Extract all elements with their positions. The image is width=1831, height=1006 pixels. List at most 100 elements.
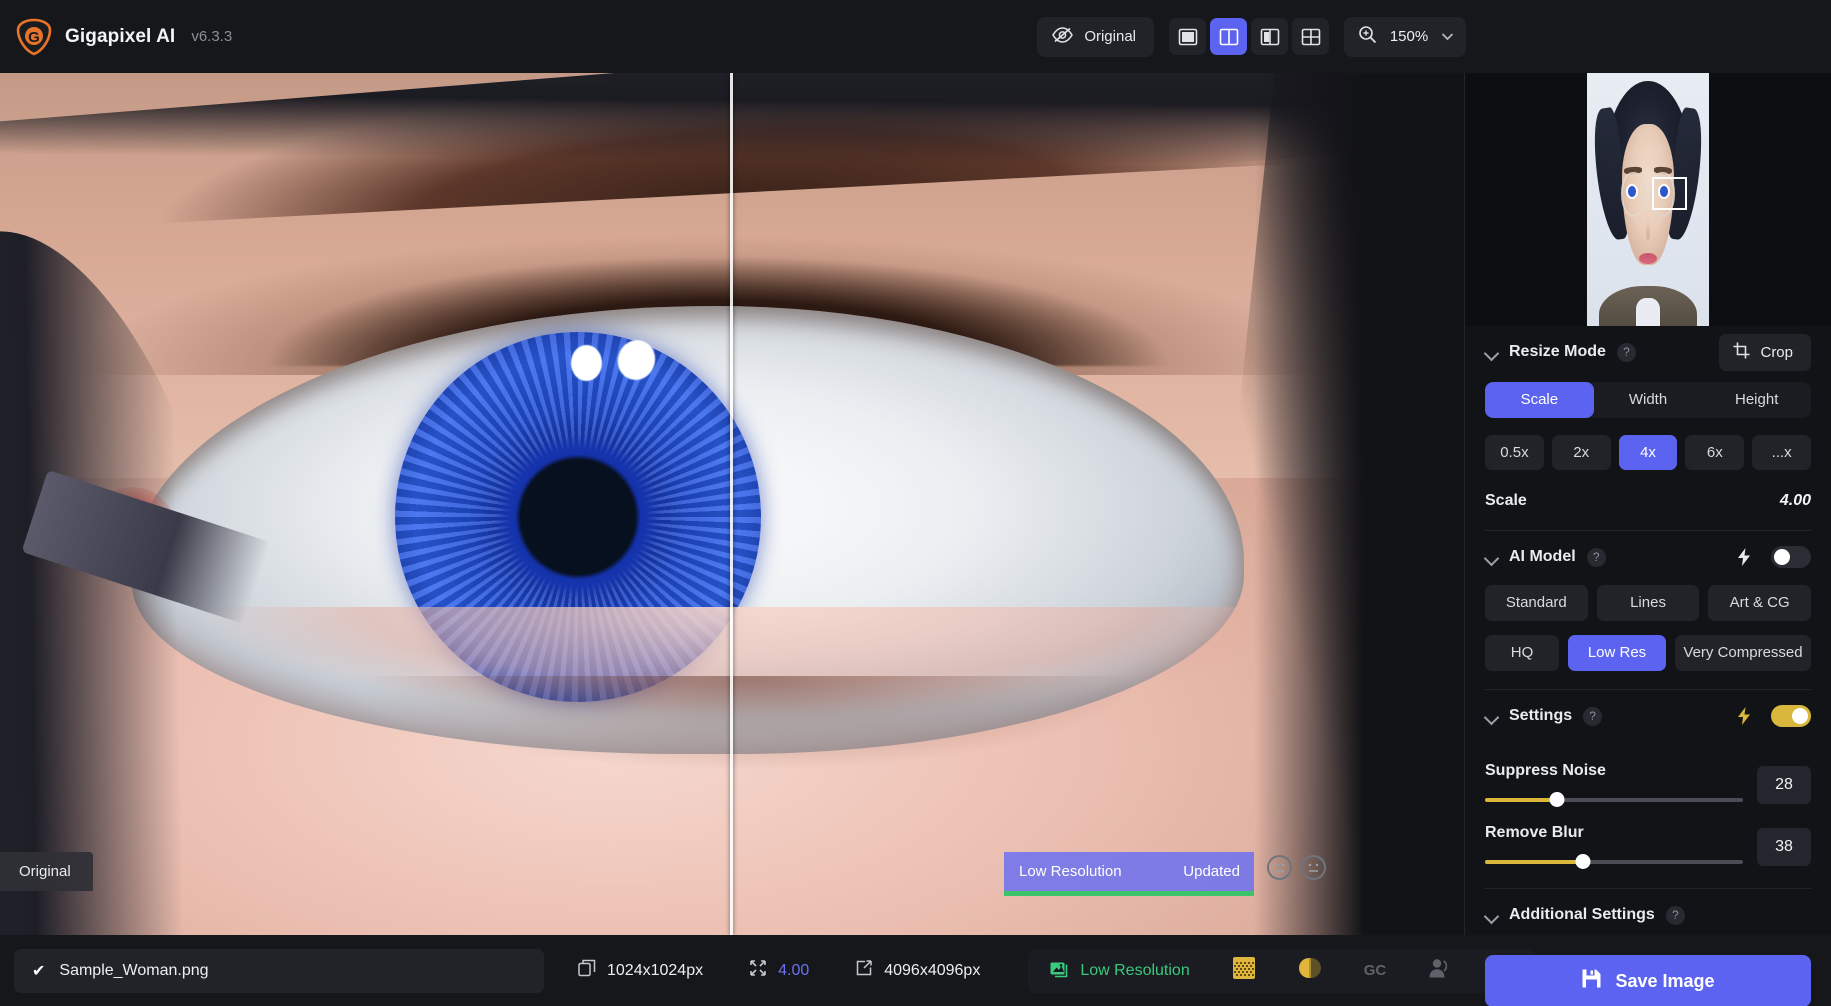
gigapixel-g-logo-icon: G (14, 17, 54, 57)
image-dimensions-icon (578, 959, 596, 982)
additional-settings-section-header[interactable]: Additional Settings ? (1485, 889, 1811, 941)
chevron-down-icon (1485, 909, 1498, 922)
ai-model-auto-toggle[interactable] (1771, 546, 1811, 568)
suppress-noise-control: Suppress Noise 28 (1485, 762, 1811, 807)
resize-mode-title: Resize Mode (1509, 343, 1606, 360)
app-version: v6.3.3 (191, 28, 233, 45)
settings-title: Settings (1509, 707, 1573, 724)
ai-model-hq[interactable]: HQ (1485, 635, 1559, 671)
file-name: Sample_Woman.png (59, 961, 209, 979)
zoom-control[interactable]: 150% (1344, 16, 1466, 57)
status-state-label: Updated (1183, 863, 1240, 880)
scale-preset-6x[interactable]: 6x (1685, 435, 1745, 470)
gamma-correction-label[interactable]: GC (1364, 962, 1387, 979)
ai-model-standard[interactable]: Standard (1485, 585, 1588, 621)
input-dimensions-value: 1024x1024px (607, 961, 704, 979)
ai-model-very-compressed[interactable]: Very Compressed (1675, 635, 1811, 671)
image-canvas[interactable]: Original Low Resolution Updated (0, 73, 1464, 935)
denoise-swatch-icon[interactable] (1232, 956, 1256, 985)
sharpen-contrast-icon[interactable] (1298, 956, 1322, 985)
ai-model-low-res[interactable]: Low Res (1568, 635, 1666, 671)
scale-value-row: Scale 4.00 (1485, 492, 1811, 510)
settings-help-icon[interactable]: ? (1583, 706, 1603, 726)
ai-model-lines[interactable]: Lines (1596, 585, 1700, 621)
additional-settings-title: Additional Settings (1509, 906, 1655, 923)
image-model-icon (1050, 959, 1069, 983)
resize-mode-scale[interactable]: Scale (1485, 382, 1594, 418)
toolbar-controls: Original 150% (1037, 0, 1466, 73)
app-brand: G Gigapixel AI v6.3.3 (14, 17, 232, 57)
split-pane-icon[interactable] (1210, 18, 1247, 55)
feedback-buttons (1254, 844, 1339, 891)
original-side-label: Original (0, 852, 93, 891)
save-disk-icon (1581, 968, 1602, 994)
show-original-button[interactable]: Original (1037, 16, 1154, 57)
zoom-level-value: 150% (1389, 28, 1429, 45)
progress-bar (1004, 891, 1254, 896)
show-original-label: Original (1084, 28, 1136, 45)
checkmark-icon: ✔ (32, 962, 46, 980)
ai-model-art-cg[interactable]: Art & CG (1708, 585, 1812, 621)
chevron-down-icon (1441, 28, 1454, 45)
additional-settings-help-icon[interactable]: ? (1665, 905, 1685, 925)
active-model-label: Low Resolution (1080, 961, 1190, 979)
scale-value[interactable]: 4.00 (1780, 492, 1811, 510)
suppress-noise-value[interactable]: 28 (1757, 766, 1811, 804)
ai-model-help-icon[interactable]: ? (1586, 547, 1606, 567)
scale-preset-0-5x[interactable]: 0.5x (1485, 435, 1544, 470)
thumbs-neutral-icon[interactable] (1301, 855, 1326, 880)
image-metadata: 1024x1024px 4.00 4096x4096px (578, 959, 980, 982)
ai-model-section-header[interactable]: AI Model ? (1485, 531, 1811, 583)
output-dimensions-value: 4096x4096px (884, 961, 981, 979)
scale-factor-value: 4.00 (778, 961, 810, 979)
resize-mode-height[interactable]: Height (1702, 382, 1811, 418)
scale-preset-group: 0.5x 2x 4x 6x ...x (1485, 435, 1811, 470)
thumbs-happy-icon[interactable] (1267, 855, 1292, 880)
resize-mode-segmented-control: Scale Width Height (1485, 382, 1811, 418)
resize-mode-section-header[interactable]: Resize Mode ? Crop (1485, 326, 1811, 378)
model-tools-group: Low Resolution GC (1028, 948, 1536, 993)
ai-model-row-1: Standard Lines Art & CG (1485, 585, 1812, 621)
magnifier-plus-icon (1358, 25, 1377, 48)
settings-auto-toggle[interactable] (1771, 705, 1811, 727)
remove-blur-value[interactable]: 38 (1757, 828, 1811, 866)
chevron-down-icon (1485, 551, 1498, 564)
single-pane-icon[interactable] (1169, 18, 1206, 55)
suppress-noise-slider[interactable] (1485, 792, 1743, 807)
input-dimensions: 1024x1024px (578, 959, 703, 982)
right-sidebar: Resize Mode ? Crop Scale Width Height 0.… (1464, 73, 1831, 1006)
save-section: Save Image (1465, 941, 1831, 1006)
crop-button-label: Crop (1760, 343, 1793, 361)
ai-model-title: AI Model (1509, 548, 1576, 565)
quad-pane-icon[interactable] (1292, 18, 1329, 55)
lightning-bolt-icon (1737, 707, 1751, 725)
svg-text:G: G (28, 29, 40, 46)
file-item[interactable]: ✔ Sample_Woman.png (14, 948, 544, 993)
resize-arrows-icon (749, 959, 767, 982)
resize-mode-width[interactable]: Width (1594, 382, 1703, 418)
viewport-rectangle[interactable] (1651, 176, 1688, 210)
gigapixel-app-window: G Gigapixel AI v6.3.3 Original 150% Orig… (0, 0, 1831, 1006)
crop-button[interactable]: Crop (1719, 333, 1811, 371)
remove-blur-slider[interactable] (1485, 854, 1743, 869)
settings-section-header[interactable]: Settings ? (1485, 690, 1811, 742)
ai-model-row-2: HQ Low Res Very Compressed (1485, 635, 1811, 671)
processing-status-chip: Low Resolution Updated (1004, 852, 1254, 896)
scale-label: Scale (1485, 492, 1527, 509)
output-dimensions: 4096x4096px (855, 959, 980, 982)
chevron-down-icon (1485, 710, 1498, 723)
scale-preset-custom[interactable]: ...x (1752, 435, 1811, 470)
face-recovery-icon[interactable] (1428, 957, 1450, 984)
comparison-divider[interactable] (730, 73, 733, 935)
workspace: Original Low Resolution Updated Resize M… (0, 73, 1831, 1006)
chevron-down-icon (1485, 346, 1498, 359)
image-preview-thumbnail[interactable] (1587, 73, 1709, 326)
lightning-bolt-icon (1737, 548, 1751, 566)
scale-preset-2x[interactable]: 2x (1551, 435, 1611, 470)
side-by-side-icon[interactable] (1251, 18, 1288, 55)
save-image-button[interactable]: Save Image (1485, 955, 1811, 1006)
resize-mode-help-icon[interactable]: ? (1616, 342, 1636, 362)
scale-preset-4x[interactable]: 4x (1618, 435, 1678, 470)
view-mode-group (1169, 18, 1329, 55)
sidebar-panel: Resize Mode ? Crop Scale Width Height 0.… (1465, 326, 1831, 941)
